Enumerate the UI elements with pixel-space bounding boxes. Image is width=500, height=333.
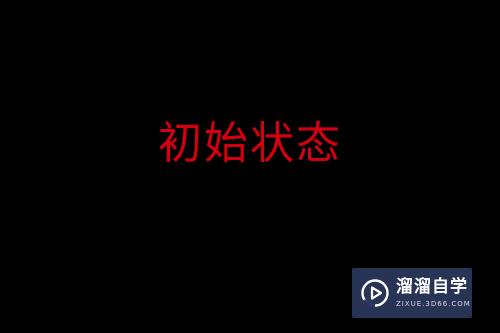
headline-text: 初始状态 (158, 118, 342, 169)
watermark-url: ZIXUE.3D66.COM (396, 300, 471, 308)
watermark-badge: 溜溜自学 ZIXUE.3D66.COM (352, 268, 472, 318)
watermark-title: 溜溜自学 (396, 277, 468, 297)
play-circle-logo-icon (360, 278, 390, 308)
screen: 初始状态 溜溜自学 ZIXUE.3D66.COM (0, 0, 500, 333)
